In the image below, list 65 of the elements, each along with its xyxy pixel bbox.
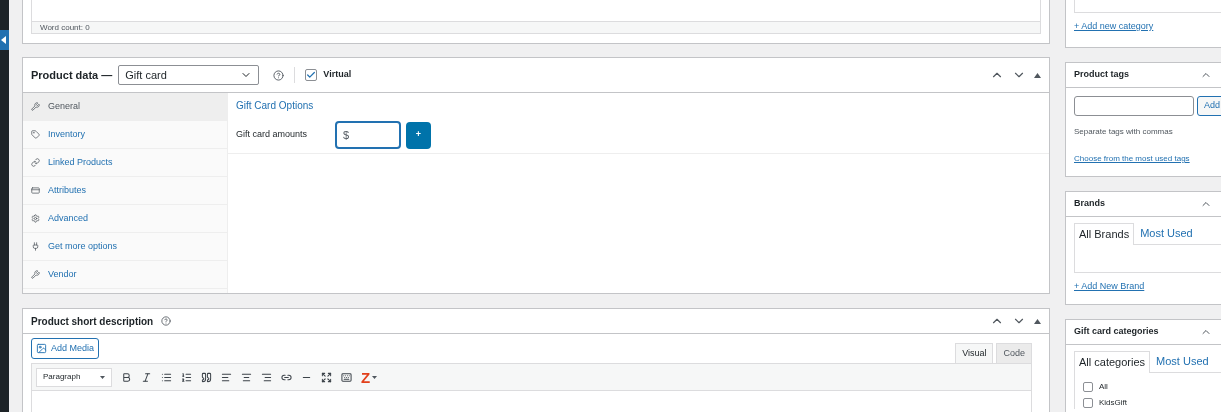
tag-input[interactable] — [1074, 96, 1194, 116]
category-checkbox[interactable] — [1083, 398, 1093, 408]
add-tag-button[interactable]: Add — [1197, 96, 1221, 116]
category-checkbox[interactable] — [1083, 382, 1093, 392]
editor-mode-tab[interactable]: Code — [996, 343, 1032, 363]
help-icon[interactable] — [273, 69, 285, 81]
product-data-tab[interactable]: Inventory — [23, 121, 227, 149]
product-type-select[interactable]: Gift card — [118, 65, 260, 85]
section-title: Gift Card Options — [236, 98, 314, 113]
toolbar-toggle-icon[interactable] — [341, 371, 352, 383]
media-icon — [36, 343, 47, 354]
wrench-icon — [31, 102, 40, 111]
bullet-list-icon[interactable] — [161, 371, 172, 383]
panel-title: Product short description — [31, 314, 154, 329]
product-data-tab[interactable]: General — [23, 93, 227, 121]
gear-icon — [31, 214, 40, 223]
product-data-tab[interactable]: Get more options — [23, 233, 227, 261]
panel-title: Gift card categories — [1074, 325, 1159, 339]
card-icon — [31, 186, 40, 195]
add-brand-link[interactable]: + Add New Brand — [1066, 280, 1221, 294]
panel-title: Product data — — [31, 67, 113, 83]
link-icon — [31, 158, 40, 167]
panel-title: Product tags — [1074, 68, 1129, 82]
align-right-icon[interactable] — [261, 371, 272, 383]
numbered-list-icon[interactable] — [181, 371, 192, 383]
tab[interactable]: Most Used — [1150, 350, 1215, 372]
italic-icon[interactable] — [141, 371, 152, 383]
word-count: Word count: 0 — [40, 21, 90, 34]
plug-icon — [31, 242, 40, 251]
add-category-link[interactable]: + Add new category — [1074, 20, 1221, 34]
tab[interactable]: All Brands — [1074, 223, 1135, 245]
format-select[interactable]: Paragraph — [36, 367, 112, 387]
field-label: Gift card amounts — [236, 128, 309, 142]
add-amount-button[interactable]: + — [406, 121, 431, 149]
caret-icon — [372, 375, 378, 379]
product-data-tab[interactable]: Attributes — [23, 177, 227, 205]
category-label: KidsGift — [1099, 397, 1127, 409]
most-used-tags-link[interactable]: Choose from the most used tags — [1066, 153, 1221, 165]
plugin-menu-button[interactable]: Z — [361, 369, 378, 385]
virtual-checkbox[interactable] — [305, 69, 318, 81]
align-center-icon[interactable] — [241, 371, 252, 383]
amount-field[interactable]: $ — [335, 121, 401, 149]
collapse-icon[interactable] — [1034, 318, 1041, 324]
align-left-icon[interactable] — [221, 371, 232, 383]
virtual-label: Virtual — [323, 68, 352, 82]
product-data-tab[interactable]: Linked Products — [23, 149, 227, 177]
tags-hint: Separate tags with commas — [1073, 126, 1174, 138]
bold-icon[interactable] — [121, 371, 132, 383]
tag-icon — [31, 130, 40, 139]
tab[interactable]: Most Used — [1134, 222, 1199, 244]
product-data-tab[interactable]: Vendor — [23, 261, 227, 289]
collapse-tab[interactable] — [0, 30, 9, 50]
panel-title: Brands — [1074, 197, 1105, 211]
add-media-button[interactable]: Add Media — [31, 338, 100, 359]
collapse-icon[interactable] — [1034, 72, 1041, 78]
caret-icon — [100, 375, 105, 379]
help-icon[interactable] — [161, 316, 172, 326]
caret-icon — [1, 36, 6, 44]
editor-mode-tab[interactable]: Visual — [955, 343, 994, 363]
tab[interactable]: All categories — [1074, 351, 1151, 373]
quote-icon[interactable] — [201, 371, 212, 383]
product-data-tab[interactable]: Advanced — [23, 205, 227, 233]
category-label: All — [1099, 381, 1108, 393]
fullscreen-icon[interactable] — [321, 371, 332, 383]
wrench-icon — [31, 270, 40, 279]
